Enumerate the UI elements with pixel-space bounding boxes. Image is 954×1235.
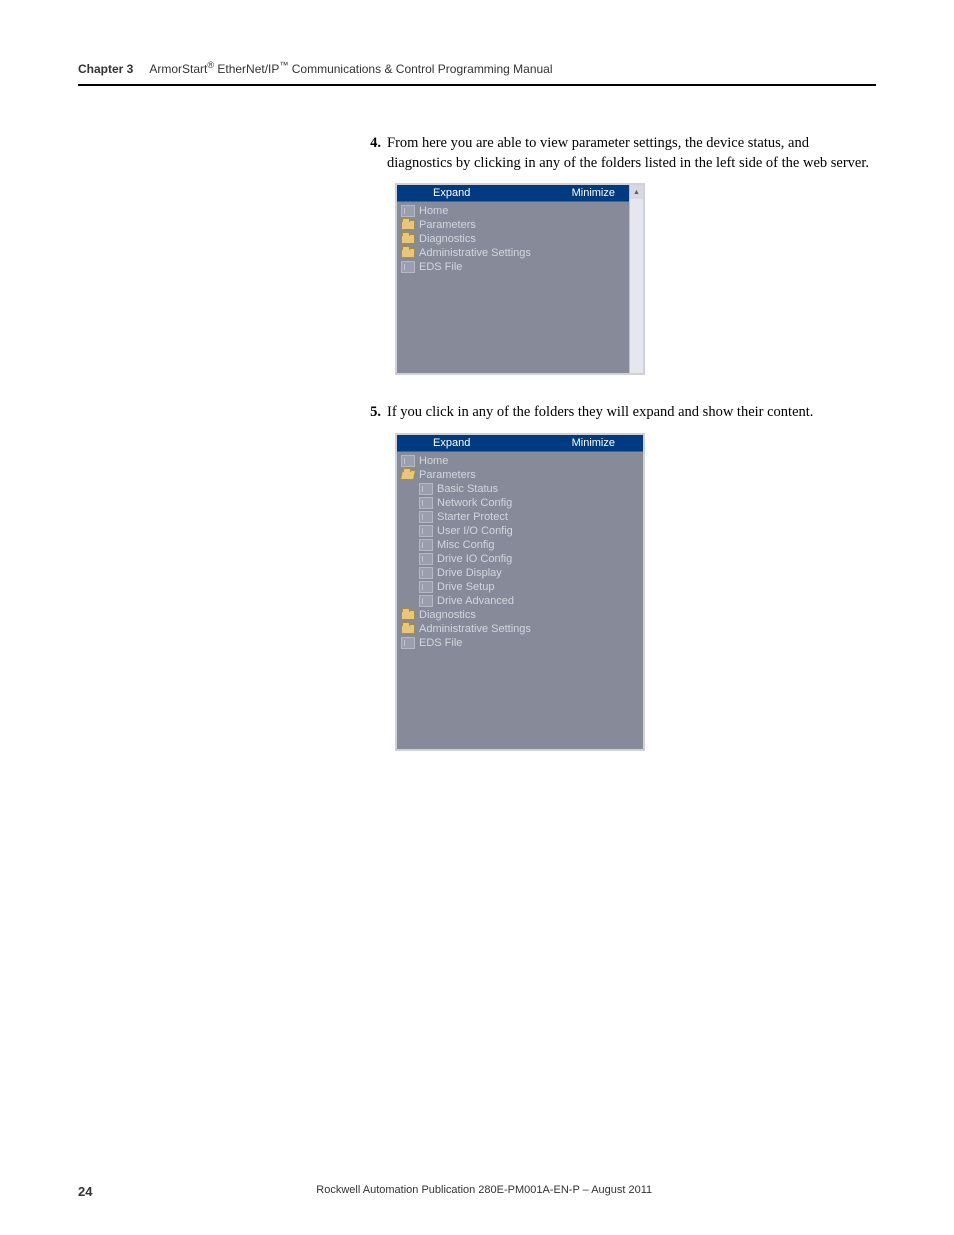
tree-label: Administrative Settings: [419, 247, 531, 259]
tree-label: Network Config: [437, 497, 512, 509]
tree-label: Starter Protect: [437, 511, 508, 523]
tree-item-user-io-config[interactable]: User I/O Config: [401, 524, 643, 538]
expand-link[interactable]: Expand: [433, 187, 470, 199]
tree-label: EDS File: [419, 637, 462, 649]
step-5-number: 5.: [365, 403, 387, 423]
tree-item-admin[interactable]: Administrative Settings: [401, 246, 643, 260]
header-text: Chapter 3 ArmorStart® EtherNet/IP™ Commu…: [78, 62, 553, 76]
body-content: 4. From here you are able to view parame…: [365, 134, 876, 779]
tree-label: Basic Status: [437, 483, 498, 495]
tree-item-drive-io-config[interactable]: Drive IO Config: [401, 552, 643, 566]
tree-label: Diagnostics: [419, 609, 476, 621]
file-icon: [401, 261, 415, 273]
nav-tree: Home Parameters Diagnostics Administrati…: [397, 202, 643, 276]
tree-label: Administrative Settings: [419, 623, 531, 635]
tree-item-eds[interactable]: EDS File: [401, 636, 643, 650]
tree-item-drive-setup[interactable]: Drive Setup: [401, 580, 643, 594]
file-icon: [419, 511, 433, 523]
tree-item-parameters[interactable]: Parameters: [401, 218, 643, 232]
file-icon: [401, 455, 415, 467]
tree-label: Home: [419, 455, 448, 467]
nav-panel-expanded: Expand Minimize Home Parameters Basic St…: [395, 433, 645, 751]
file-icon: [419, 497, 433, 509]
step-4-text: From here you are able to view parameter…: [387, 134, 876, 173]
step-4-number: 4.: [365, 134, 387, 173]
folder-icon: [401, 624, 415, 634]
scrollbar[interactable]: ▲: [629, 185, 643, 373]
header-title-part1: ArmorStart: [149, 62, 207, 76]
nav-header: Expand Minimize: [397, 185, 643, 202]
tree-item-drive-advanced[interactable]: Drive Advanced: [401, 594, 643, 608]
tree-label: Drive Setup: [437, 581, 494, 593]
minimize-link[interactable]: Minimize: [572, 437, 615, 449]
nav-header: Expand Minimize: [397, 435, 643, 452]
tree-item-starter-protect[interactable]: Starter Protect: [401, 510, 643, 524]
file-icon: [419, 539, 433, 551]
tree-item-eds[interactable]: EDS File: [401, 260, 643, 274]
tree-item-basic-status[interactable]: Basic Status: [401, 482, 643, 496]
tree-label: User I/O Config: [437, 525, 513, 537]
nav-tree: Home Parameters Basic Status Network Con…: [397, 452, 643, 652]
step-5: 5. If you click in any of the folders th…: [365, 403, 876, 423]
folder-icon: [401, 610, 415, 620]
tree-label: Home: [419, 205, 448, 217]
tree-label: Parameters: [419, 469, 476, 481]
nav-panel-collapsed: ▲ Expand Minimize Home Parameters Diagno…: [395, 183, 645, 375]
tree-label: Misc Config: [437, 539, 494, 551]
file-icon: [419, 581, 433, 593]
tree-label: Drive IO Config: [437, 553, 512, 565]
file-icon: [401, 637, 415, 649]
header-title-part2: EtherNet/IP: [214, 62, 279, 76]
tree-item-parameters[interactable]: Parameters: [401, 468, 643, 482]
tree-item-diagnostics[interactable]: Diagnostics: [401, 608, 643, 622]
tree-label: EDS File: [419, 261, 462, 273]
file-icon: [419, 595, 433, 607]
minimize-link[interactable]: Minimize: [572, 187, 615, 199]
tree-item-home[interactable]: Home: [401, 204, 643, 218]
file-icon: [419, 553, 433, 565]
file-icon: [401, 205, 415, 217]
publication-line: Rockwell Automation Publication 280E-PM0…: [92, 1184, 876, 1199]
tree-item-diagnostics[interactable]: Diagnostics: [401, 232, 643, 246]
expand-link[interactable]: Expand: [433, 437, 470, 449]
folder-open-icon: [400, 470, 416, 480]
folder-icon: [401, 220, 415, 230]
step-4: 4. From here you are able to view parame…: [365, 134, 876, 173]
tree-label: Drive Display: [437, 567, 502, 579]
tree-item-drive-display[interactable]: Drive Display: [401, 566, 643, 580]
tree-item-misc-config[interactable]: Misc Config: [401, 538, 643, 552]
tree-item-home[interactable]: Home: [401, 454, 643, 468]
header-title-part3: Communications & Control Programming Man…: [288, 62, 552, 76]
tree-label: Diagnostics: [419, 233, 476, 245]
file-icon: [419, 525, 433, 537]
chapter-label: Chapter 3: [78, 62, 133, 76]
page-footer: 24 Rockwell Automation Publication 280E-…: [78, 1184, 876, 1199]
folder-icon: [401, 234, 415, 244]
file-icon: [419, 483, 433, 495]
tree-label: Parameters: [419, 219, 476, 231]
tree-item-admin[interactable]: Administrative Settings: [401, 622, 643, 636]
tree-item-network-config[interactable]: Network Config: [401, 496, 643, 510]
file-icon: [419, 567, 433, 579]
scroll-up-arrow-icon[interactable]: ▲: [630, 185, 643, 199]
page-number: 24: [78, 1184, 92, 1199]
tree-label: Drive Advanced: [437, 595, 514, 607]
page-header: Chapter 3 ArmorStart® EtherNet/IP™ Commu…: [78, 60, 876, 86]
folder-icon: [401, 248, 415, 258]
step-5-text: If you click in any of the folders they …: [387, 403, 876, 423]
